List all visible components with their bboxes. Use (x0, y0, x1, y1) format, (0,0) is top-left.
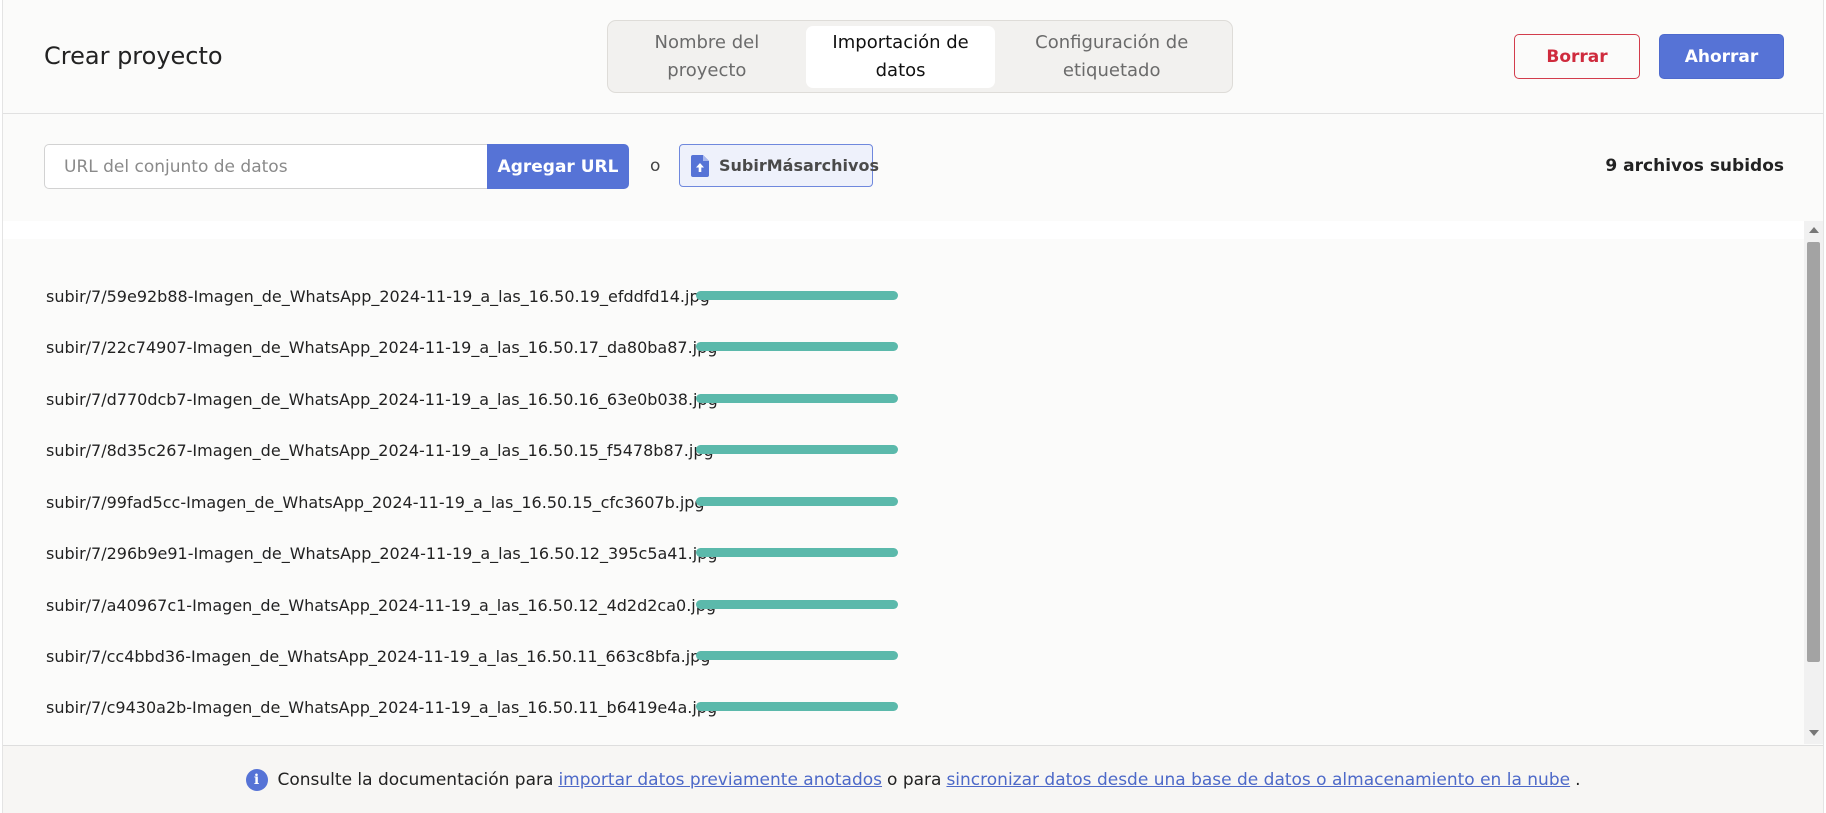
save-button[interactable]: Ahorrar (1659, 34, 1784, 79)
tab-label-line2: datos (875, 59, 926, 81)
scroll-thumb[interactable] (1807, 242, 1820, 662)
list-item: subir/7/8d35c267-Imagen_de_WhatsApp_2024… (46, 438, 898, 462)
file-name: subir/7/59e92b88-Imagen_de_WhatsApp_2024… (46, 286, 710, 306)
scroll-up-arrow-icon[interactable] (1809, 227, 1819, 233)
upload-progress-bar (696, 600, 898, 609)
tab-label-line2: etiquetado (1062, 59, 1161, 81)
upload-progress-bar (696, 291, 898, 300)
file-name: subir/7/cc4bbd36-Imagen_de_WhatsApp_2024… (46, 646, 711, 666)
or-separator: o (650, 156, 661, 176)
upload-progress-bar (696, 702, 898, 711)
file-upload-icon (691, 154, 709, 177)
file-list-scrollbar[interactable] (1804, 221, 1823, 744)
uploaded-files-count: 9 archivos subidos (1605, 156, 1784, 176)
tab-project-name[interactable]: Nombre del proyecto (612, 26, 802, 88)
upload-button-label: SubirMásarchivos (719, 156, 879, 175)
upload-progress-bar (696, 394, 898, 403)
file-name: subir/7/c9430a2b-Imagen_de_WhatsApp_2024… (46, 697, 718, 717)
tab-label-line1: Nombre del (654, 31, 760, 53)
sync-cloud-storage-link[interactable]: sincronizar datos desde una base de dato… (946, 770, 1570, 790)
file-name: subir/7/22c74907-Imagen_de_WhatsApp_2024… (46, 337, 718, 357)
import-annotated-data-link[interactable]: importar datos previamente anotados (558, 770, 882, 790)
tab-labeling-setup[interactable]: Configuración de etiquetado (999, 26, 1224, 88)
list-item: subir/7/22c74907-Imagen_de_WhatsApp_2024… (46, 335, 898, 359)
list-item: subir/7/d770dcb7-Imagen_de_WhatsApp_2024… (46, 387, 898, 411)
file-name: subir/7/8d35c267-Imagen_de_WhatsApp_2024… (46, 440, 714, 460)
footer-text: Consulte la documentación para (277, 769, 554, 790)
upload-more-files-button[interactable]: SubirMásarchivos (679, 144, 879, 187)
modal-header: Crear proyecto Nombre del proyecto Import… (3, 0, 1823, 114)
tab-label-line1: Configuración de (1035, 31, 1189, 53)
footer-text: . (1575, 769, 1581, 790)
file-name: subir/7/99fad5cc-Imagen_de_WhatsApp_2024… (46, 492, 705, 512)
list-item: subir/7/cc4bbd36-Imagen_de_WhatsApp_2024… (46, 644, 898, 668)
file-name: subir/7/d770dcb7-Imagen_de_WhatsApp_2024… (46, 389, 718, 409)
info-icon: i (245, 768, 268, 791)
clear-button[interactable]: Borrar (1514, 34, 1640, 79)
add-url-button[interactable]: Agregar URL (487, 144, 629, 189)
list-item: subir/7/c9430a2b-Imagen_de_WhatsApp_2024… (46, 695, 898, 719)
dataset-url-input[interactable] (44, 144, 488, 189)
upload-progress-bar (696, 342, 898, 351)
page-title: Crear proyecto (44, 42, 223, 70)
list-item: subir/7/99fad5cc-Imagen_de_WhatsApp_2024… (46, 490, 898, 514)
documentation-footer: i Consulte la documentación para importa… (3, 745, 1823, 813)
file-name: subir/7/a40967c1-Imagen_de_WhatsApp_2024… (46, 595, 717, 615)
tab-label-line2: proyecto (667, 59, 747, 81)
footer-text: o para (887, 769, 942, 790)
upload-progress-bar (696, 651, 898, 660)
create-project-modal: Crear proyecto Nombre del proyecto Import… (2, 0, 1824, 813)
tab-data-import[interactable]: Importación de datos (805, 25, 996, 88)
import-toolbar: Agregar URL o SubirMásarchivos 9 archivo… (3, 115, 1823, 237)
upload-progress-bar (696, 548, 898, 557)
upload-progress-bar (696, 497, 898, 506)
list-item: subir/7/a40967c1-Imagen_de_WhatsApp_2024… (46, 593, 898, 617)
uploaded-files-list: subir/7/59e92b88-Imagen_de_WhatsApp_2024… (3, 221, 1804, 744)
step-tabs: Nombre del proyecto Importación de datos C… (607, 20, 1233, 93)
upload-progress-bar (696, 445, 898, 454)
list-item: subir/7/296b9e91-Imagen_de_WhatsApp_2024… (46, 541, 898, 565)
list-item: subir/7/59e92b88-Imagen_de_WhatsApp_2024… (46, 284, 898, 308)
file-name: subir/7/296b9e91-Imagen_de_WhatsApp_2024… (46, 543, 718, 563)
tab-label-line1: Importación de (832, 31, 969, 53)
scroll-down-arrow-icon[interactable] (1809, 730, 1819, 736)
